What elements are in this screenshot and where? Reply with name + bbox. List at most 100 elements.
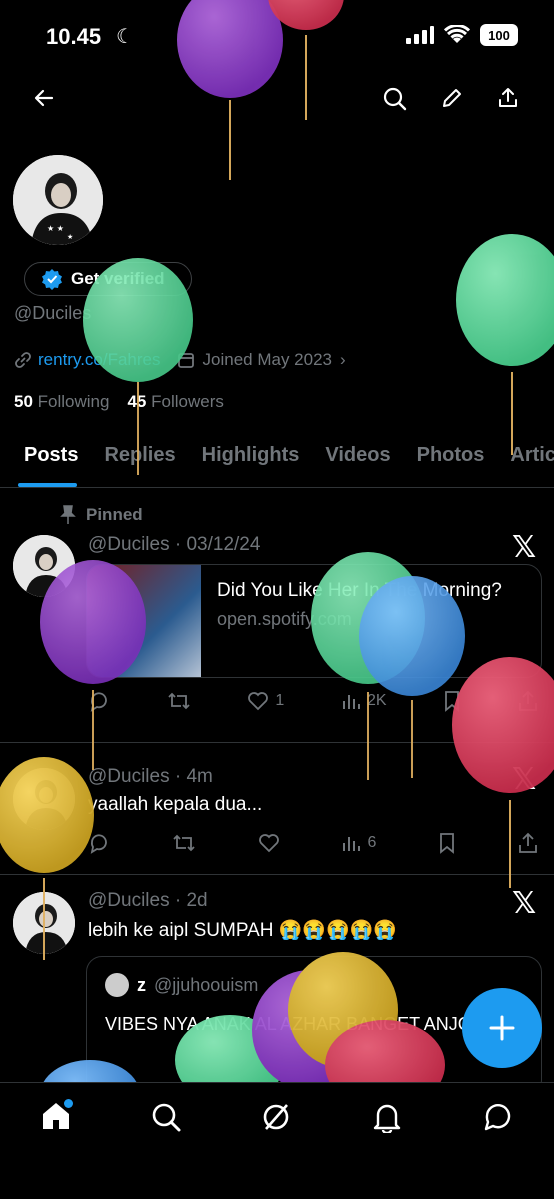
card-image: [87, 565, 201, 677]
tweet-time: 2d: [186, 890, 208, 911]
tweet-handle[interactable]: @Duciles: [88, 766, 170, 787]
joined-date: Joined May 2023: [202, 350, 332, 369]
messages-icon[interactable]: [482, 1101, 514, 1133]
views-icon: [343, 837, 361, 851]
bookmark-button[interactable]: [438, 832, 456, 854]
profile-link[interactable]: rentry.co/Fahres: [38, 350, 161, 370]
tab-replies[interactable]: Replies: [91, 430, 188, 487]
bookmark-button[interactable]: [443, 690, 461, 712]
views-button[interactable]: 6: [341, 833, 376, 853]
followers-label: Followers: [151, 392, 224, 411]
profile-tabs: Posts Replies Highlights Videos Photos A…: [0, 430, 554, 488]
heart-icon: [248, 692, 269, 711]
views-icon: [343, 695, 361, 709]
compose-button[interactable]: [462, 988, 542, 1068]
share-tweet-button[interactable]: [518, 690, 538, 712]
card-body: Did You Like Her In The Morning? open.sp…: [201, 565, 533, 677]
quote-text: VIBES NYA ANAK AL AZHAR BANGET ANJG: [105, 1014, 472, 1034]
tweet-handle[interactable]: @Duciles: [88, 534, 170, 555]
followers-count: 45: [127, 392, 147, 411]
grok-icon[interactable]: [260, 1101, 292, 1133]
tweet-time: 4m: [186, 766, 213, 787]
reply-button[interactable]: [88, 690, 110, 712]
reply-button[interactable]: [88, 832, 110, 854]
like-button[interactable]: 1: [247, 691, 284, 711]
following-label: Following: [37, 392, 110, 411]
pin-icon: [60, 505, 76, 524]
balloon-green-right: [456, 234, 554, 455]
avatar[interactable]: [13, 892, 75, 954]
plus-icon: [489, 1015, 515, 1041]
pinned-label: Pinned: [86, 505, 143, 524]
link-card[interactable]: Did You Like Her In The Morning? open.sp…: [86, 564, 542, 678]
home-notification-dot: [64, 1099, 73, 1108]
following-stat[interactable]: 50 Following: [14, 392, 109, 412]
share-tweet-button[interactable]: [518, 832, 538, 854]
link-icon: [15, 352, 31, 368]
tab-articles[interactable]: Articles: [497, 430, 554, 487]
heart-icon: [258, 834, 279, 853]
divider: [0, 742, 554, 743]
avatar[interactable]: [13, 535, 75, 597]
tweet-handle[interactable]: @Duciles: [88, 890, 170, 911]
retweet-button[interactable]: [172, 832, 196, 854]
separator: ·: [169, 766, 187, 787]
verified-badge-icon: [42, 269, 62, 290]
moon-icon: ☾: [116, 26, 134, 48]
followers-stat[interactable]: 45 Followers: [127, 392, 223, 412]
svg-text:★: ★: [67, 233, 73, 241]
separator: ·: [169, 890, 187, 911]
status-icons: 100: [406, 24, 518, 46]
search-icon[interactable]: [382, 86, 408, 112]
pencil-icon[interactable]: [440, 86, 464, 110]
card-title: Did You Like Her In The Morning?: [217, 580, 502, 601]
tab-highlights[interactable]: Highlights: [189, 430, 313, 487]
reply-icon: [90, 834, 107, 854]
tab-photos[interactable]: Photos: [404, 430, 498, 487]
bookmark-icon: [445, 691, 460, 712]
pinned-indicator: Pinned: [60, 505, 143, 525]
joined-group[interactable]: Joined May 2023 ›: [177, 350, 346, 370]
quote-handle: @jjuhoouism: [154, 974, 259, 995]
tweet-actions: 1 2K: [88, 690, 538, 712]
tweet-time: 03/12/24: [186, 534, 261, 555]
following-count: 50: [14, 392, 33, 411]
get-verified-label: Get verified: [71, 269, 165, 288]
divider: [0, 874, 554, 875]
like-button[interactable]: [258, 833, 280, 853]
tab-posts[interactable]: Posts: [0, 430, 91, 487]
like-count: 1: [275, 692, 285, 709]
x-logo-icon: 𝕏: [512, 530, 537, 565]
chevron-right-icon: ›: [340, 350, 346, 369]
separator: ·: [169, 534, 187, 555]
retweet-button[interactable]: [167, 690, 191, 712]
tab-videos[interactable]: Videos: [312, 430, 403, 487]
views-button[interactable]: 2K: [341, 691, 387, 711]
profile-avatar[interactable]: ★ ★ ★: [13, 155, 103, 245]
balloon-purple-top: [177, 0, 283, 180]
tweet-meta: @Duciles · 03/12/24: [88, 534, 260, 556]
views-count: 2K: [367, 692, 387, 709]
home-icon[interactable]: [40, 1099, 73, 1131]
wifi-icon: [444, 25, 470, 43]
quote-avatar: [105, 973, 129, 997]
share-tweet-icon: [519, 690, 537, 711]
notifications-icon[interactable]: [372, 1101, 402, 1133]
tweet-actions: 6: [88, 832, 538, 854]
explore-icon[interactable]: [150, 1101, 182, 1133]
back-arrow-icon[interactable]: [32, 86, 56, 110]
get-verified-button[interactable]: Get verified: [24, 262, 192, 296]
x-logo-icon: 𝕏: [512, 886, 537, 921]
views-count: 6: [367, 834, 377, 851]
profile-link-group[interactable]: rentry.co/Fahres: [14, 350, 161, 370]
profile-handle: @Duciles: [14, 303, 92, 323]
follow-stats: 50 Following 45 Followers: [14, 392, 224, 412]
bookmark-icon: [440, 833, 455, 854]
avatar[interactable]: [13, 768, 75, 830]
tweet-meta: @Duciles · 4m: [88, 766, 213, 788]
tweet-text: lebih ke aipl SUMPAH 😭😭😭😭😭: [88, 920, 398, 941]
bottom-nav: [0, 1082, 554, 1199]
share-icon[interactable]: [496, 86, 520, 110]
x-logo-icon: 𝕏: [512, 762, 537, 797]
reply-icon: [90, 692, 107, 712]
